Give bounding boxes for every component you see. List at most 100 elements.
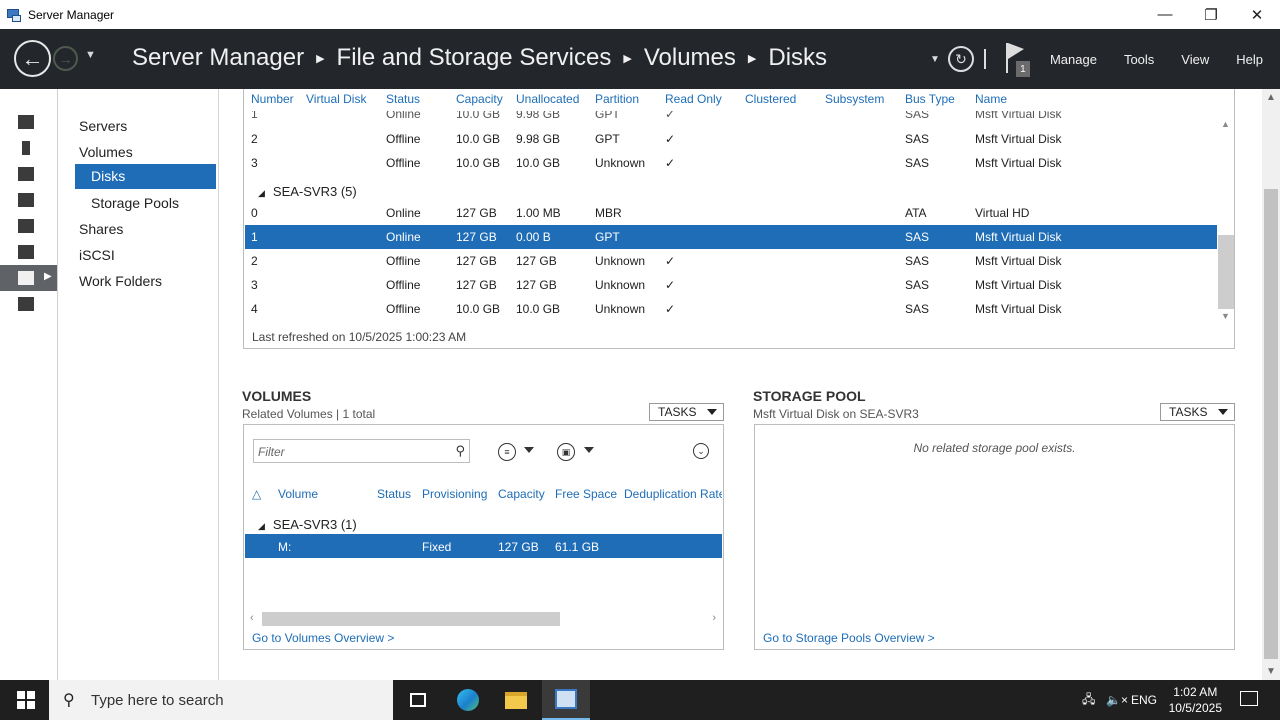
close-button[interactable]: ✕ bbox=[1234, 0, 1280, 29]
server-manager-taskbar-icon[interactable] bbox=[542, 680, 590, 720]
warning-column-icon[interactable]: △ bbox=[252, 487, 261, 501]
table-row[interactable]: 3 Offline 127 GB 127 GB Unknown ✓ SAS Ms… bbox=[245, 273, 1217, 297]
table-row[interactable]: 4 Offline 10.0 GB 10.0 GB Unknown ✓ SAS … bbox=[245, 297, 1217, 321]
col-header[interactable]: Volume bbox=[278, 487, 318, 501]
minimize-button[interactable]: — bbox=[1142, 0, 1188, 29]
main-content: Number Virtual Disk Status Capacity Unal… bbox=[220, 89, 1262, 680]
scroll-up-icon[interactable]: ▲ bbox=[1266, 92, 1276, 103]
table-row[interactable]: 2 Offline 10.0 GB 9.98 GB GPT ✓ SAS Msft… bbox=[245, 127, 1217, 151]
iis-icon[interactable] bbox=[18, 297, 36, 313]
main-scrollbar[interactable]: ▲ ▼ bbox=[1262, 89, 1280, 680]
dashboard-icon[interactable] bbox=[18, 115, 36, 131]
table-row[interactable]: 1 Online 10.0 GB 9.98 GB GPT ✓ SAS Msft … bbox=[245, 111, 1217, 119]
action-center-icon[interactable] bbox=[1240, 691, 1258, 706]
storage-pool-tasks-button[interactable]: TASKS bbox=[1160, 403, 1235, 421]
scrollbar-thumb[interactable] bbox=[1264, 189, 1278, 659]
volume-muted-icon[interactable]: 🔈× bbox=[1106, 680, 1128, 720]
language-indicator[interactable]: ENG bbox=[1131, 680, 1157, 720]
windows-start-icon[interactable] bbox=[17, 691, 35, 709]
volumes-overview-link[interactable]: Go to Volumes Overview > bbox=[252, 631, 394, 645]
nav-item-shares[interactable]: Shares bbox=[79, 221, 123, 237]
breadcrumb-item[interactable]: File and Storage Services bbox=[337, 44, 612, 72]
scrollbar-thumb[interactable] bbox=[262, 612, 560, 626]
nav-item-work-folders[interactable]: Work Folders bbox=[79, 273, 162, 289]
disks-table: Number Virtual Disk Status Capacity Unal… bbox=[243, 89, 1235, 349]
filter-input[interactable]: Filter ⚲ bbox=[253, 439, 470, 463]
breadcrumb-separator-icon: ▶ bbox=[623, 52, 632, 65]
col-header[interactable]: Clustered bbox=[745, 92, 796, 106]
col-header[interactable]: Free Space bbox=[555, 487, 617, 501]
col-header[interactable]: Provisioning bbox=[422, 487, 487, 501]
nav-item-servers[interactable]: Servers bbox=[79, 118, 127, 134]
scrollbar-thumb[interactable] bbox=[1218, 235, 1234, 309]
table-row-selected[interactable]: M: Fixed 127 GB 61.1 GB bbox=[245, 534, 722, 558]
back-button[interactable]: ← bbox=[14, 40, 51, 77]
all-servers-icon[interactable] bbox=[18, 167, 36, 183]
volumes-tasks-button[interactable]: TASKS bbox=[649, 403, 724, 421]
col-header[interactable]: Unallocated bbox=[516, 92, 579, 106]
list-options-dropdown-icon[interactable] bbox=[524, 447, 534, 453]
save-query-icon[interactable]: ▣ bbox=[557, 443, 575, 461]
menu-view[interactable]: View bbox=[1181, 52, 1209, 67]
ad-ds-icon[interactable] bbox=[18, 193, 36, 209]
col-header[interactable]: Virtual Disk bbox=[306, 92, 366, 106]
nav-item-disks[interactable]: Disks bbox=[75, 164, 216, 189]
col-header[interactable]: Subsystem bbox=[825, 92, 884, 106]
table-row[interactable]: 2 Offline 127 GB 127 GB Unknown ✓ SAS Ms… bbox=[245, 249, 1217, 273]
refresh-icon[interactable]: ↻ bbox=[947, 46, 974, 72]
scroll-down-icon[interactable]: ▼ bbox=[1266, 666, 1276, 677]
breadcrumb-item[interactable]: Server Manager bbox=[132, 44, 304, 72]
clock[interactable]: 1:02 AM 10/5/2025 bbox=[1169, 684, 1222, 716]
table-row-selected[interactable]: 1 Online 127 GB 0.00 B GPT SAS Msft Virt… bbox=[245, 225, 1217, 249]
scroll-up-icon[interactable]: ▲ bbox=[1221, 119, 1230, 129]
col-header[interactable]: Read Only bbox=[665, 92, 722, 106]
col-header[interactable]: Name bbox=[975, 92, 1007, 106]
taskbar-search-box[interactable]: ⚲ Type here to search bbox=[49, 680, 393, 720]
nav-item-storage-pools[interactable]: Storage Pools bbox=[91, 195, 179, 211]
local-server-icon[interactable] bbox=[18, 141, 36, 157]
save-query-dropdown-icon[interactable] bbox=[584, 447, 594, 453]
scroll-right-icon[interactable]: › bbox=[712, 612, 716, 624]
group-header[interactable]: ◢ SEA-SVR3 (1) bbox=[258, 517, 357, 532]
col-header[interactable]: Capacity bbox=[456, 92, 503, 106]
scroll-down-icon[interactable]: ▼ bbox=[1221, 311, 1230, 321]
group-header[interactable]: ◢ SEA-SVR3 (5) bbox=[258, 184, 357, 199]
menu-tools[interactable]: Tools bbox=[1124, 52, 1154, 67]
col-header[interactable]: Number bbox=[251, 92, 294, 106]
table-row[interactable]: 0 Online 127 GB 1.00 MB MBR ATA Virtual … bbox=[245, 201, 1217, 225]
disks-scrollbar[interactable]: ▲ ▼ bbox=[1218, 117, 1234, 323]
col-header[interactable]: Status bbox=[377, 487, 411, 501]
dns-icon[interactable] bbox=[18, 245, 36, 261]
scroll-left-icon[interactable]: ‹ bbox=[250, 612, 254, 624]
storage-pools-overview-link[interactable]: Go to Storage Pools Overview > bbox=[763, 631, 935, 645]
breadcrumb-item[interactable]: Volumes bbox=[644, 44, 736, 72]
network-icon[interactable]: 🖧 bbox=[1082, 680, 1095, 720]
nav-item-iscsi[interactable]: iSCSI bbox=[79, 247, 115, 263]
col-header[interactable]: Bus Type bbox=[905, 92, 955, 106]
col-header[interactable]: Partition bbox=[595, 92, 639, 106]
menu-manage[interactable]: Manage bbox=[1050, 52, 1097, 67]
forward-button[interactable]: → bbox=[53, 46, 78, 71]
search-icon[interactable]: ⚲ bbox=[455, 443, 465, 459]
col-header[interactable]: Capacity bbox=[498, 487, 545, 501]
task-view-icon[interactable] bbox=[394, 680, 442, 720]
dhcp-icon[interactable] bbox=[18, 219, 36, 235]
edge-browser-icon[interactable] bbox=[444, 680, 492, 720]
file-explorer-icon[interactable] bbox=[492, 680, 540, 720]
refresh-dropdown-icon[interactable]: ▼ bbox=[930, 54, 940, 65]
menu-help[interactable]: Help bbox=[1236, 52, 1263, 67]
volumes-horizontal-scrollbar[interactable]: ‹ › bbox=[248, 611, 718, 627]
notifications-flag-icon[interactable]: 1 bbox=[1004, 41, 1030, 77]
file-storage-services-icon[interactable]: ▶ bbox=[0, 265, 57, 291]
table-row[interactable]: 3 Offline 10.0 GB 10.0 GB Unknown ✓ SAS … bbox=[245, 151, 1217, 175]
list-options-icon[interactable]: ≡ bbox=[498, 443, 516, 461]
collapse-triangle-icon[interactable]: ◢ bbox=[258, 521, 265, 531]
collapse-triangle-icon[interactable]: ◢ bbox=[258, 188, 265, 198]
col-header[interactable]: Status bbox=[386, 92, 420, 106]
breadcrumb-item[interactable]: Disks bbox=[768, 44, 827, 72]
history-dropdown[interactable]: ▼ bbox=[85, 49, 96, 61]
maximize-button[interactable]: ❐ bbox=[1188, 0, 1234, 29]
nav-item-volumes[interactable]: Volumes bbox=[79, 144, 133, 160]
col-header[interactable]: Deduplication Rate bbox=[624, 487, 722, 501]
expand-chevron-icon[interactable]: ⌄ bbox=[693, 443, 709, 459]
